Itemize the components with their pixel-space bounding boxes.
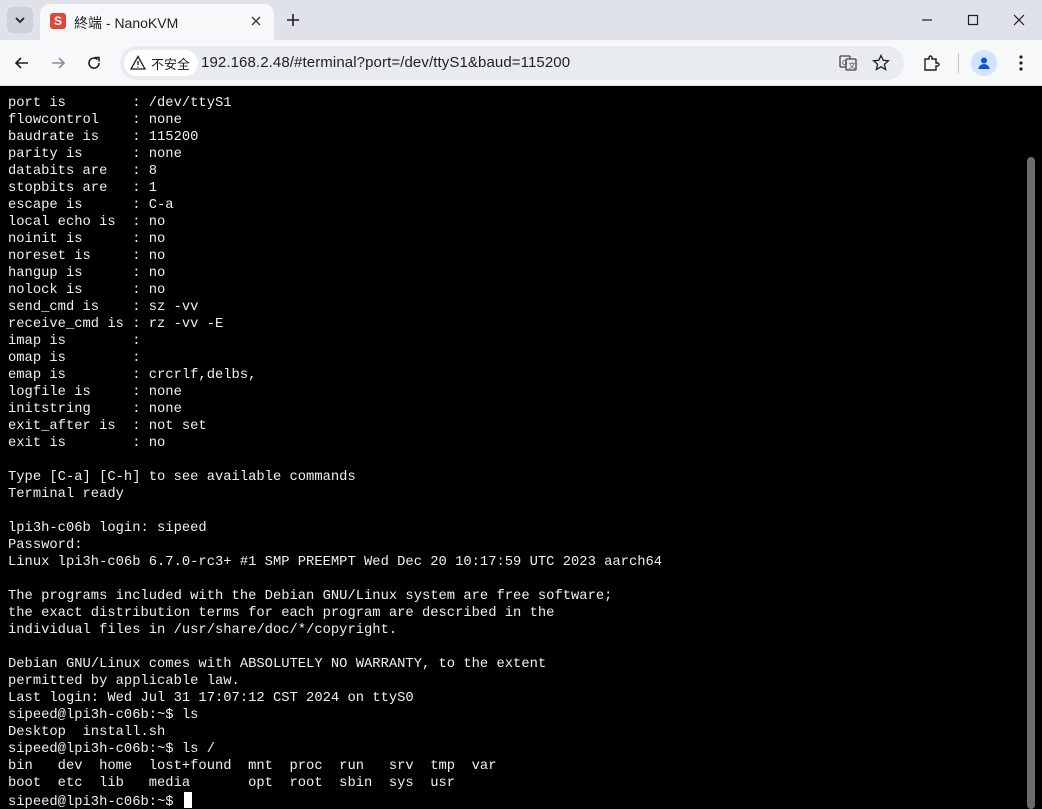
terminal-line: sipeed@lpi3h-c06b:~$ ls (8, 708, 199, 723)
terminal-prompt-line[interactable]: sipeed@lpi3h-c06b:~$ (8, 792, 662, 809)
terminal-line: local echo is : no (8, 215, 166, 230)
terminal-line: Last login: Wed Jul 31 17:07:12 CST 2024… (8, 691, 414, 706)
menu-button[interactable] (1008, 50, 1034, 76)
terminal-line: permitted by applicable law. (8, 674, 240, 689)
minimize-button[interactable] (904, 0, 950, 40)
scrollbar-thumb[interactable] (1027, 157, 1035, 809)
terminal-line: Desktop install.sh (8, 725, 166, 740)
terminal-output: port is : /dev/ttyS1 flowcontrol : none ba… (8, 95, 662, 809)
tab-title: 終端 - NanoKVM (74, 15, 179, 31)
security-chip[interactable]: 不安全 (124, 50, 199, 76)
extensions-button[interactable] (918, 50, 944, 76)
terminal-line: omap is : (8, 351, 141, 366)
arrow-right-icon (52, 57, 66, 69)
terminal-line: sipeed@lpi3h-c06b:~$ ls / (8, 742, 215, 757)
terminal-line: nolock is : no (8, 283, 166, 298)
terminal-line: hangup is : no (8, 266, 166, 281)
terminal-line: noinit is : no (8, 232, 166, 247)
forward-button[interactable] (43, 48, 73, 78)
toolbar-divider (958, 53, 959, 73)
terminal-line: exit is : no (8, 436, 166, 451)
profile-icon (978, 57, 990, 69)
favicon-icon: S (50, 13, 66, 29)
bookmark-button[interactable] (869, 51, 893, 75)
svg-text:G: G (842, 60, 847, 67)
back-button[interactable] (7, 48, 37, 78)
tab-close-button[interactable] (245, 10, 267, 32)
terminal-line: the exact distribution terms for each pr… (8, 606, 555, 621)
terminal-line: emap is : crcrlf,delbs, (8, 368, 257, 383)
terminal-view[interactable]: port is : /dev/ttyS1 flowcontrol : none ba… (0, 87, 1042, 809)
new-tab-button[interactable] (280, 7, 306, 33)
terminal-line: Terminal ready (8, 487, 124, 502)
translate-icon: G文 (839, 55, 857, 71)
terminal-line: lpi3h-c06b login: sipeed (8, 521, 207, 536)
profile-button[interactable] (971, 50, 997, 76)
chevron-down-icon (15, 17, 25, 24)
terminal-line: stopbits are : 1 (8, 181, 158, 196)
terminal-line: Password: (8, 538, 83, 553)
terminal-line: Type [C-a] [C-h] to see available comman… (8, 470, 356, 485)
tab-search-button[interactable] (7, 7, 33, 33)
url-text[interactable]: 192.168.2.48/#terminal?port=/dev/ttyS1&b… (201, 54, 570, 71)
terminal-line: receive_cmd is : rz -vv -E (8, 317, 224, 332)
terminal-line: bin dev home lost+found mnt proc run srv… (8, 759, 497, 774)
terminal-line: noreset is : no (8, 249, 166, 264)
active-tab[interactable]: S 終端 - NanoKVM (40, 4, 274, 40)
terminal-line: imap is : (8, 334, 141, 349)
terminal-line: Debian GNU/Linux comes with ABSOLUTELY N… (8, 657, 547, 672)
warning-icon (130, 55, 146, 70)
security-label: 不安全 (151, 56, 191, 72)
more-vert-icon (1019, 55, 1023, 71)
terminal-line: exit_after is : not set (8, 419, 207, 434)
close-icon (251, 16, 261, 26)
arrow-left-icon (14, 57, 28, 69)
terminal-line: initstring : none (8, 402, 182, 417)
terminal-line: logfile is : none (8, 385, 182, 400)
terminal-line: individual files in /usr/share/doc/*/cop… (8, 623, 398, 638)
terminal-line: The programs included with the Debian GN… (8, 589, 613, 604)
star-icon (872, 54, 890, 71)
terminal-line: port is : /dev/ttyS1 (8, 96, 232, 111)
terminal-line: flowcontrol : none (8, 113, 182, 128)
reload-icon (88, 56, 100, 69)
terminal-line: baudrate is : 115200 (8, 130, 199, 145)
terminal-line: escape is : C-a (8, 198, 174, 213)
close-icon (1013, 14, 1025, 26)
terminal-line: databits are : 8 (8, 164, 158, 179)
window-close-button[interactable] (996, 0, 1042, 40)
maximize-button[interactable] (950, 0, 996, 40)
reload-button[interactable] (79, 48, 109, 78)
tab-strip: S 終端 - NanoKVM (0, 0, 1042, 40)
terminal-prompt: sipeed@lpi3h-c06b:~$ (8, 795, 182, 809)
translate-button[interactable]: G文 (836, 51, 860, 75)
terminal-line: send_cmd is : sz -vv (8, 300, 199, 315)
terminal-line: boot etc lib media opt root sbin sys usr (8, 776, 456, 791)
plus-icon (287, 14, 299, 26)
browser-toolbar: 不安全 192.168.2.48/#terminal?port=/dev/tty… (0, 40, 1042, 86)
maximize-icon (967, 14, 979, 26)
terminal-line: Linux lpi3h-c06b 6.7.0-rc3+ #1 SMP PREEM… (8, 555, 663, 570)
minimize-icon (922, 19, 932, 21)
svg-text:文: 文 (849, 61, 856, 70)
terminal-cursor (183, 792, 192, 808)
terminal-line: parity is : none (8, 147, 182, 162)
address-bar[interactable]: 不安全 192.168.2.48/#terminal?port=/dev/tty… (120, 46, 904, 80)
puzzle-icon (924, 55, 940, 71)
